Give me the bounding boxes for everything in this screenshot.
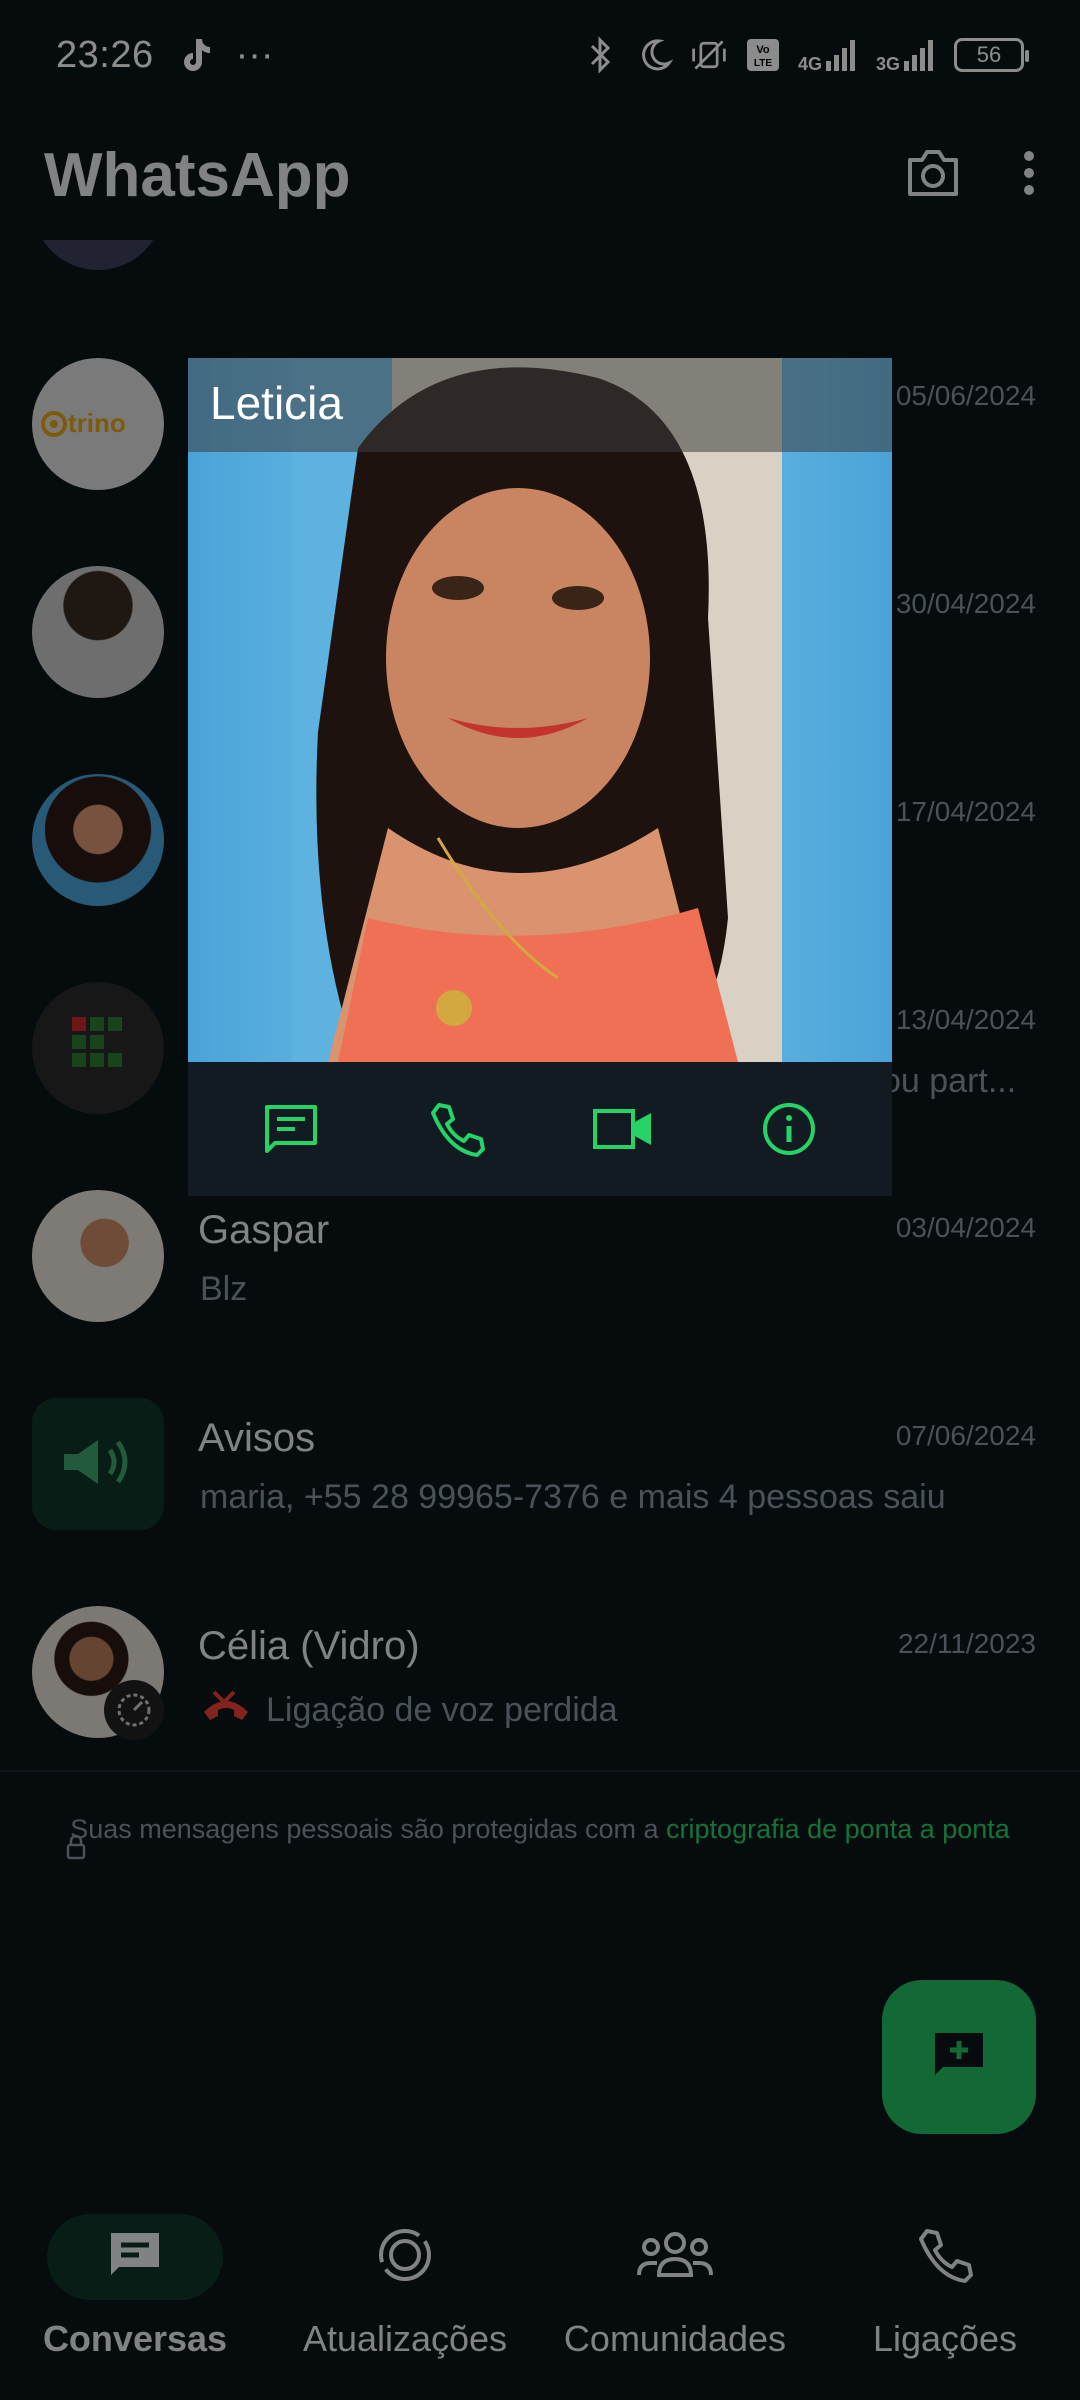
encryption-link[interactable]: criptografia de ponta a ponta — [666, 1814, 1010, 1844]
chat-message: Blz — [200, 1270, 248, 1308]
lock-icon — [66, 1834, 86, 1868]
battery-level: 56 — [976, 42, 1002, 67]
nav-label: Ligações — [872, 2318, 1018, 2359]
nav-icon-pill — [587, 2214, 763, 2300]
vibrate-off-icon — [690, 36, 728, 74]
communities-icon — [637, 2227, 713, 2288]
popup-actions — [188, 1062, 892, 1196]
chat-name: Avisos — [198, 1416, 316, 1460]
calls-icon — [917, 2227, 973, 2288]
missed-call-icon — [200, 1686, 252, 1735]
nav-icon-pill — [47, 2214, 223, 2300]
chat-date: 03/04/2024 — [895, 1212, 1036, 1243]
chat-message: Ligação de voz perdida — [266, 1691, 618, 1729]
tiktok-icon — [176, 36, 214, 74]
nav-comunidades[interactable]: Comunidades — [540, 2190, 810, 2400]
new-chat-icon — [929, 2029, 989, 2086]
app-bar: WhatsApp — [0, 110, 1080, 240]
svg-text:trino: trino — [68, 408, 126, 438]
more-notifications-icon: ··· — [235, 33, 274, 76]
status-bar: 23:26 ··· Vo LTE 4G 3G 56 — [0, 0, 1080, 110]
nav-icon-pill — [317, 2214, 493, 2300]
nav-icon-pill — [857, 2214, 1033, 2300]
popup-message-icon[interactable] — [246, 1084, 336, 1174]
chat-row[interactable]: Célia (Vidro) 22/11/2023 Ligação de voz … — [0, 1568, 1080, 1776]
nav-atualizacoes[interactable]: Atualizações — [270, 2190, 540, 2400]
avatar — [32, 1190, 164, 1322]
chat-message-row: Ligação de voz perdida — [200, 1686, 618, 1735]
divider — [0, 1770, 1080, 1772]
signal-4g-icon: 4G — [798, 37, 860, 73]
chats-icon — [105, 2229, 165, 2286]
popup-info-icon[interactable] — [744, 1084, 834, 1174]
avatar — [32, 1398, 164, 1530]
chat-date: 05/06/2024 — [895, 380, 1036, 411]
chat-date: 07/06/2024 — [895, 1420, 1036, 1451]
svg-text:LTE: LTE — [754, 58, 772, 69]
chat-date: 13/04/2024 — [895, 1004, 1036, 1035]
chat-date: 17/04/2024 — [895, 796, 1036, 827]
new-chat-button[interactable] — [882, 1980, 1036, 2134]
nav-ligacoes[interactable]: Ligações — [810, 2190, 1080, 2400]
moon-icon — [636, 36, 674, 74]
more-vert-icon[interactable] — [1022, 148, 1036, 203]
bottom-nav: Conversas Atualizações Comunidades Ligaç… — [0, 2190, 1080, 2400]
svg-text:Vo: Vo — [756, 44, 770, 56]
avatar — [32, 566, 164, 698]
timer-badge-icon — [104, 1680, 164, 1740]
battery-icon: 56 — [954, 38, 1029, 72]
avatar — [32, 982, 164, 1114]
status-time: 23:26 — [56, 33, 154, 76]
avatar — [32, 774, 164, 906]
nav-label: Comunidades — [563, 2318, 787, 2359]
app-title: WhatsApp — [44, 140, 351, 210]
megaphone-icon — [58, 1432, 138, 1497]
chat-date: 30/04/2024 — [895, 588, 1036, 619]
chat-name: Gaspar — [198, 1208, 330, 1252]
encryption-note: Suas mensagens pessoais são protegidas c… — [60, 1812, 1020, 1860]
chat-message: maria, +55 28 99965-7376 e mais 4 pessoa… — [200, 1478, 946, 1516]
camera-icon[interactable] — [904, 148, 962, 203]
encryption-text: Suas mensagens pessoais são protegidas c… — [70, 1814, 667, 1844]
nav-conversas[interactable]: Conversas — [0, 2190, 270, 2400]
updates-icon — [375, 2225, 435, 2290]
volte-icon: Vo LTE — [744, 36, 782, 74]
chat-row[interactable]: Avisos 07/06/2024 maria, +55 28 99965-73… — [0, 1360, 1080, 1568]
bluetooth-icon — [582, 36, 620, 74]
nav-label: Conversas — [42, 2318, 228, 2359]
popup-video-icon[interactable] — [578, 1084, 668, 1174]
profile-photo[interactable]: Leticia — [188, 358, 892, 1062]
nav-label: Atualizações — [302, 2318, 508, 2359]
avatar: trino — [32, 358, 164, 490]
signal-3g-icon: 3G — [876, 37, 938, 73]
popup-title: Leticia — [188, 358, 892, 452]
chat-message: ou part... — [882, 1062, 1017, 1100]
chat-name: Célia (Vidro) — [198, 1624, 420, 1668]
popup-call-icon[interactable] — [412, 1084, 502, 1174]
partial-row-top — [32, 240, 164, 270]
profile-popup: Leticia — [188, 358, 892, 1196]
chat-date: 22/11/2023 — [897, 1628, 1036, 1659]
